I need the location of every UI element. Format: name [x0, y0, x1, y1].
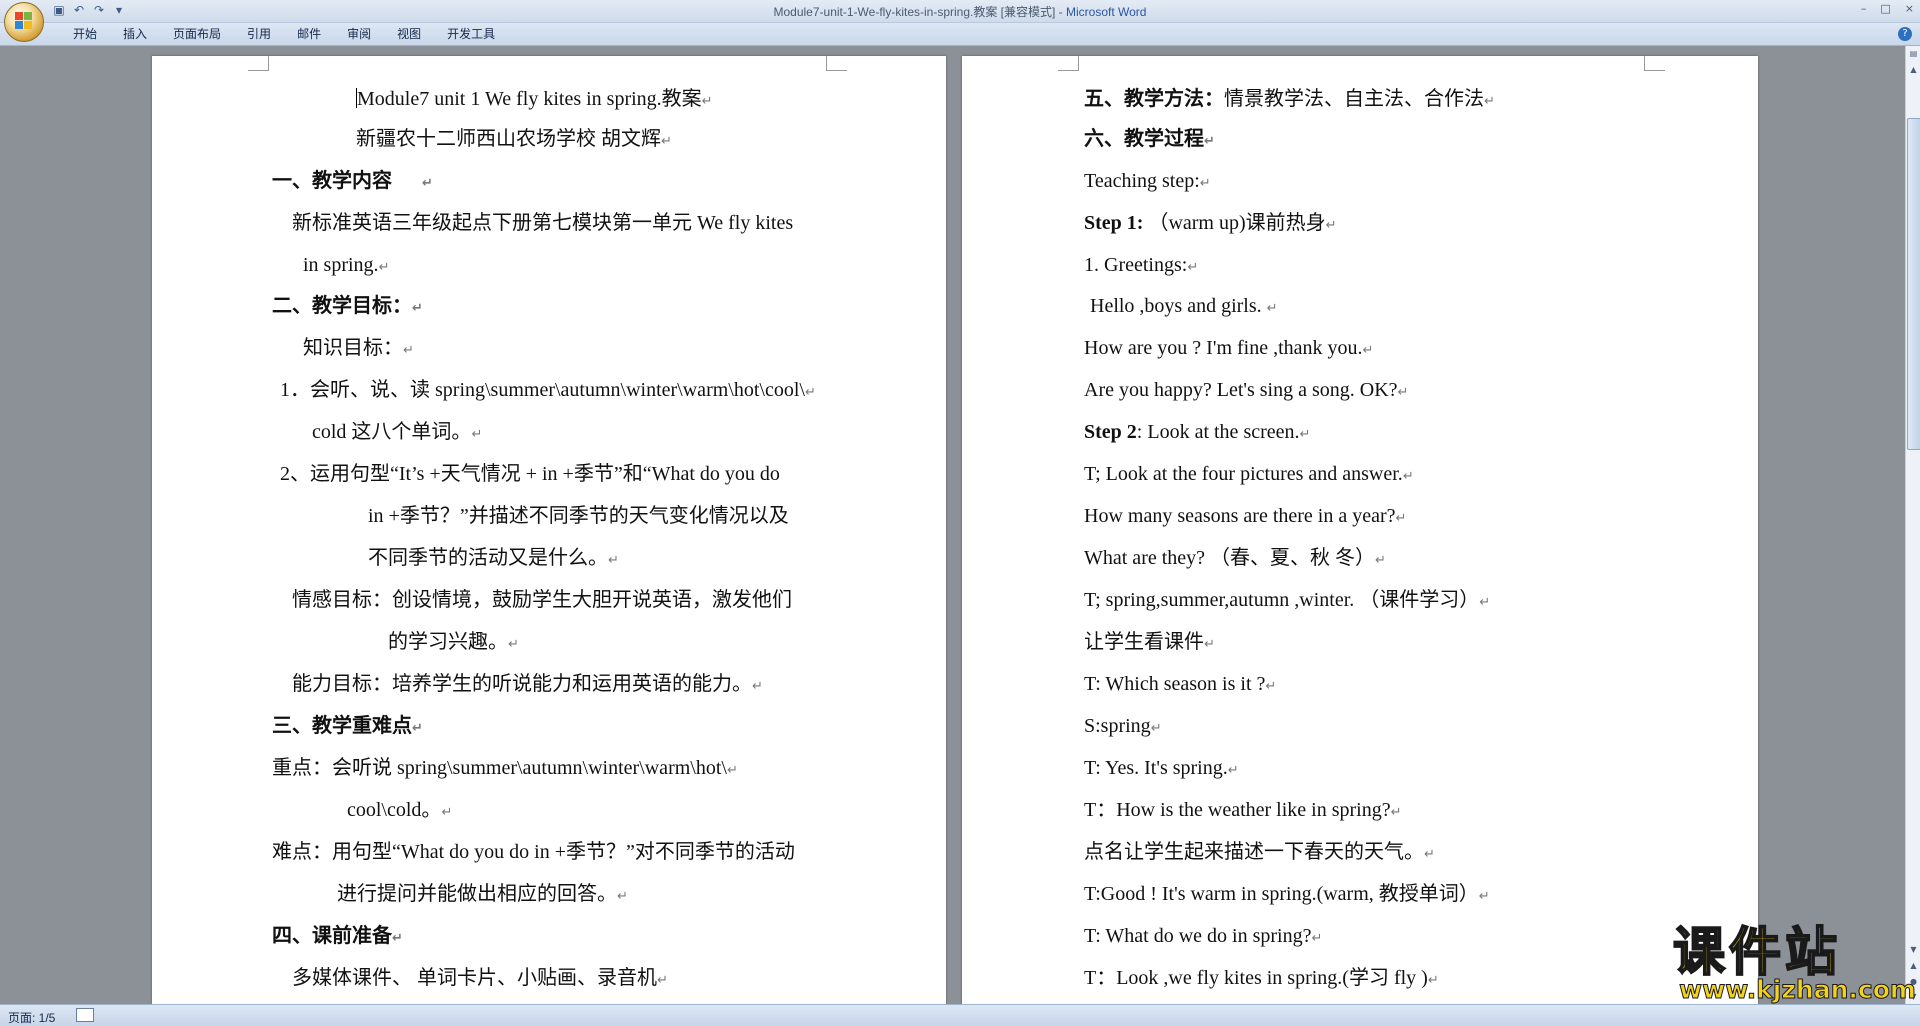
paragraph: T：How is the weather like in spring?↵ — [1084, 799, 1402, 821]
crop-mark — [826, 56, 847, 71]
scrollbar-thumb[interactable] — [1907, 118, 1920, 450]
section-heading: 一、教学内容 ↵ — [272, 170, 433, 192]
paragraph: What are they? （春、夏、秋 冬）↵ — [1084, 547, 1386, 569]
ribbon-tab-bar: 开始 插入 页面布局 引用 邮件 审阅 视图 开发工具 ? — [0, 23, 1920, 46]
proofing-icon[interactable] — [76, 1008, 94, 1022]
paragraph: 点名让学生起来描述一下春天的天气。↵ — [1084, 841, 1435, 863]
paragraph: Are you happy? Let's sing a song. OK?↵ — [1084, 379, 1409, 401]
paragraph: T; spring,summer,autumn ,winter. （课件学习）↵ — [1084, 589, 1491, 611]
paragraph: T; Look at the four pictures and answer.… — [1084, 463, 1414, 485]
watermark-text: 课件站 — [1672, 923, 1842, 983]
crop-mark — [1058, 56, 1079, 71]
tab-review[interactable]: 审阅 — [334, 27, 384, 41]
paragraph: S:spring↵ — [1084, 715, 1162, 737]
office-logo-icon — [15, 12, 33, 30]
section-heading: 三、教学重难点↵ — [272, 715, 423, 737]
minimize-button[interactable]: – — [1861, 2, 1867, 15]
paragraph: 新标准英语三年级起点下册第七模块第一单元 We fly kites — [292, 212, 794, 234]
office-button[interactable] — [4, 2, 44, 42]
section-heading: 四、课前准备↵ — [272, 925, 403, 947]
status-bar: 页面: 1/5 — [0, 1004, 1920, 1026]
paragraph: 进行提问并能做出相应的回答。↵ — [337, 883, 628, 905]
scroll-down-icon[interactable]: ▼ — [1907, 942, 1920, 957]
window-controls: – □ × — [1861, 2, 1914, 15]
paragraph: 让学生看课件↵ — [1084, 631, 1215, 653]
page-indicator[interactable]: 页面: 1/5 — [8, 1009, 55, 1026]
paragraph: T: What do we do in spring?↵ — [1084, 925, 1323, 947]
tab-references[interactable]: 引用 — [234, 27, 284, 41]
paragraph: 多媒体课件、 单词卡片、小贴画、录音机↵ — [292, 967, 668, 989]
doc-author: 新疆农十二师西山农场学校 胡文辉↵ — [356, 128, 672, 150]
paragraph: Hello ,boys and girls. ↵ — [1090, 295, 1278, 317]
document-page-right[interactable]: 五、教学方法：情景教学法、自主法、合作法↵ 六、教学过程↵ Teaching s… — [962, 56, 1758, 1004]
app-name: Microsoft Word — [1066, 5, 1147, 19]
paragraph: in spring.↵ — [303, 254, 390, 276]
ribbon-tabs: 开始 插入 页面布局 引用 邮件 审阅 视图 开发工具 — [60, 27, 508, 41]
help-icon[interactable]: ? — [1898, 27, 1912, 41]
paragraph: cool\cold。↵ — [347, 799, 453, 821]
tab-home[interactable]: 开始 — [60, 27, 110, 41]
paragraph: 重点：会听说 spring\summer\autumn\winter\warm\… — [272, 757, 738, 779]
paragraph: in +季节？”并描述不同季节的天气变化情况以及 — [368, 505, 789, 527]
section-heading: 六、教学过程↵ — [1084, 128, 1215, 150]
scroll-up-icon[interactable]: ▲ — [1907, 62, 1920, 77]
paragraph: 知识目标：↵ — [303, 337, 414, 359]
tab-mailings[interactable]: 邮件 — [284, 27, 334, 41]
paragraph: 不同季节的活动又是什么。↵ — [368, 547, 619, 569]
paragraph: 2、运用句型“It’s +天气情况 + in +季节”和“What do you… — [280, 463, 780, 485]
paragraph: 的学习兴趣。↵ — [388, 631, 519, 653]
paragraph: cold 这八个单词。↵ — [312, 421, 483, 443]
paragraph: Step 2: Look at the screen.↵ — [1084, 421, 1311, 443]
paragraph: Step 1: （warm up)课前热身↵ — [1084, 212, 1337, 234]
doc-title: Module7 unit 1 We fly kites in spring.教案… — [356, 88, 713, 110]
vertical-scrollbar[interactable]: ▤ ▲ ▼ ▲ ● ▼ — [1905, 46, 1920, 1004]
crop-mark — [248, 56, 269, 71]
paragraph: T: Yes. It's spring.↵ — [1084, 757, 1239, 779]
tab-page-layout[interactable]: 页面布局 — [160, 27, 234, 41]
tab-developer[interactable]: 开发工具 — [434, 27, 508, 41]
section-heading: 二、教学目标：↵ — [272, 295, 423, 317]
paragraph: How are you ? I'm fine ,thank you.↵ — [1084, 337, 1374, 359]
previous-page-icon[interactable]: ▲ — [1907, 958, 1920, 973]
paragraph: 1. Greetings:↵ — [1084, 254, 1199, 276]
paragraph: T: Which season is it ?↵ — [1084, 673, 1277, 695]
paragraph: 难点：用句型“What do you do in +季节？”对不同季节的活动 — [272, 841, 795, 863]
tab-view[interactable]: 视图 — [384, 27, 434, 41]
paragraph: T：Look ,we fly kites in spring.(学习 fly )… — [1084, 967, 1439, 989]
paragraph: 1．会听、说、读 spring\summer\autumn\winter\war… — [280, 379, 816, 401]
maximize-button[interactable]: □ — [1880, 2, 1890, 15]
title-bar: ▣ ↶ ↷ ▾ Module7-unit-1-We-fly-kites-in-s… — [0, 0, 1920, 23]
paragraph: Teaching step:↵ — [1084, 170, 1211, 192]
section-heading: 五、教学方法：情景教学法、自主法、合作法↵ — [1084, 88, 1495, 110]
tab-insert[interactable]: 插入 — [110, 27, 160, 41]
document-page-left[interactable]: Module7 unit 1 We fly kites in spring.教案… — [152, 56, 946, 1004]
ruler-toggle-icon[interactable]: ▤ — [1907, 46, 1920, 61]
paragraph: 能力目标：培养学生的听说能力和运用英语的能力。↵ — [292, 673, 763, 695]
paragraph: T:Good ! It's warm in spring.(warm, 教授单词… — [1084, 883, 1490, 905]
paragraph: 情感目标：创设情境，鼓励学生大胆开说英语，激发他们 — [292, 589, 792, 611]
close-button[interactable]: × — [1905, 2, 1914, 15]
crop-mark — [1644, 56, 1665, 71]
watermark-logo: 课件站 www.kjzhan.com — [1665, 923, 1916, 1005]
window-title: Module7-unit-1-We-fly-kites-in-spring.教案… — [773, 5, 1147, 19]
watermark-url: www.kjzhan.com — [1679, 975, 1917, 1005]
paragraph: How many seasons are there in a year?↵ — [1084, 505, 1407, 527]
